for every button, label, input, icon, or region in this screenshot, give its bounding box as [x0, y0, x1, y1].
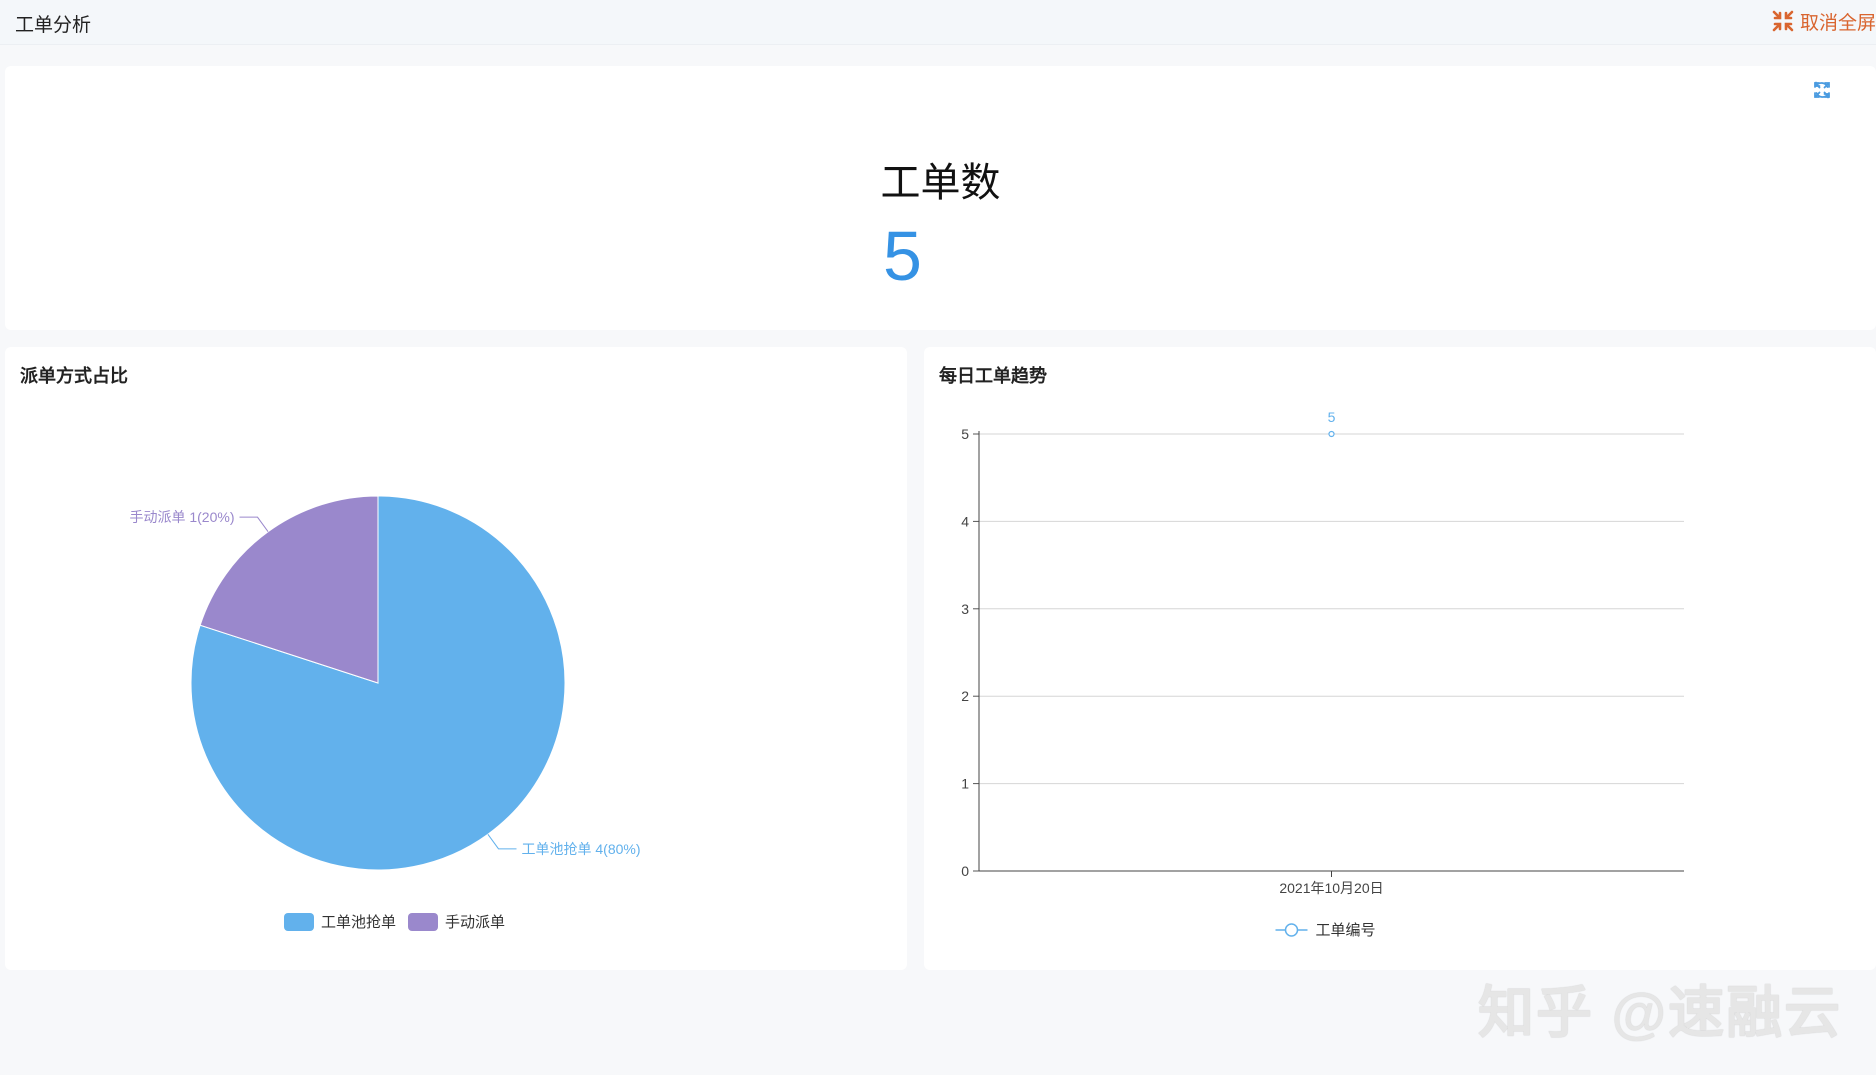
shrink-icon [1772, 10, 1794, 32]
line-chart-card: 每日工单趋势 0 1 2 3 4 5 2021年10月20日 5 工单编号 [924, 347, 1876, 970]
legend-swatch-2 [408, 913, 438, 931]
data-point-0 [1328, 430, 1335, 438]
kpi-toolbar [1812, 80, 1866, 100]
y-tick-label-1: 1 [961, 776, 969, 792]
pie-chart: 工单池抢单 4(80%) 手动派单 1(20%) 工单池抢单 手动派单 [129, 495, 641, 931]
exit-fullscreen-button[interactable]: 取消全屏 [1772, 8, 1876, 34]
kpi-card: 工单数 5 [5, 66, 1876, 330]
pie-label-2: 手动派单 1(20%) [129, 509, 234, 525]
y-tick-label-0: 0 [961, 863, 969, 879]
kpi-label: 工单数 [880, 161, 1001, 205]
pie-label-1: 工单池抢单 4(80%) [521, 841, 640, 857]
y-tick-label-2: 2 [961, 688, 969, 704]
exit-fullscreen-label: 取消全屏 [1799, 12, 1876, 34]
x-tick-label-0: 2021年10月20日 [1279, 880, 1383, 896]
legend-label-0: 工单编号 [1316, 922, 1376, 939]
fullscreen-icon[interactable] [1814, 80, 1866, 100]
kpi-value: 5 [883, 217, 922, 295]
page-title: 工单分析 [15, 15, 92, 36]
watermark: 知乎 @速融云 [1478, 981, 1843, 1044]
y-tick-label-5: 5 [961, 426, 969, 442]
top-bar: 工单分析 取消全屏 [0, 0, 1876, 45]
pie-chart-card: 派单方式占比 工单池抢单 4(80%) 手动派单 1(20%) 工单池抢单 手动派单 [5, 347, 907, 970]
y-tick-label-4: 4 [961, 513, 969, 529]
pie-label-line-2 [239, 516, 269, 533]
pie-label-line-1 [487, 833, 517, 850]
data-label-0: 5 [1328, 409, 1336, 425]
legend-swatch-1 [284, 913, 314, 931]
legend-marker-0 [1284, 923, 1299, 937]
line-chart: 0 1 2 3 4 5 2021年10月20日 5 工单编号 [961, 409, 1684, 939]
y-tick-label-3: 3 [961, 601, 969, 617]
legend-label-2: 手动派单 [445, 914, 505, 931]
legend-label-1: 工单池抢单 [321, 913, 396, 931]
